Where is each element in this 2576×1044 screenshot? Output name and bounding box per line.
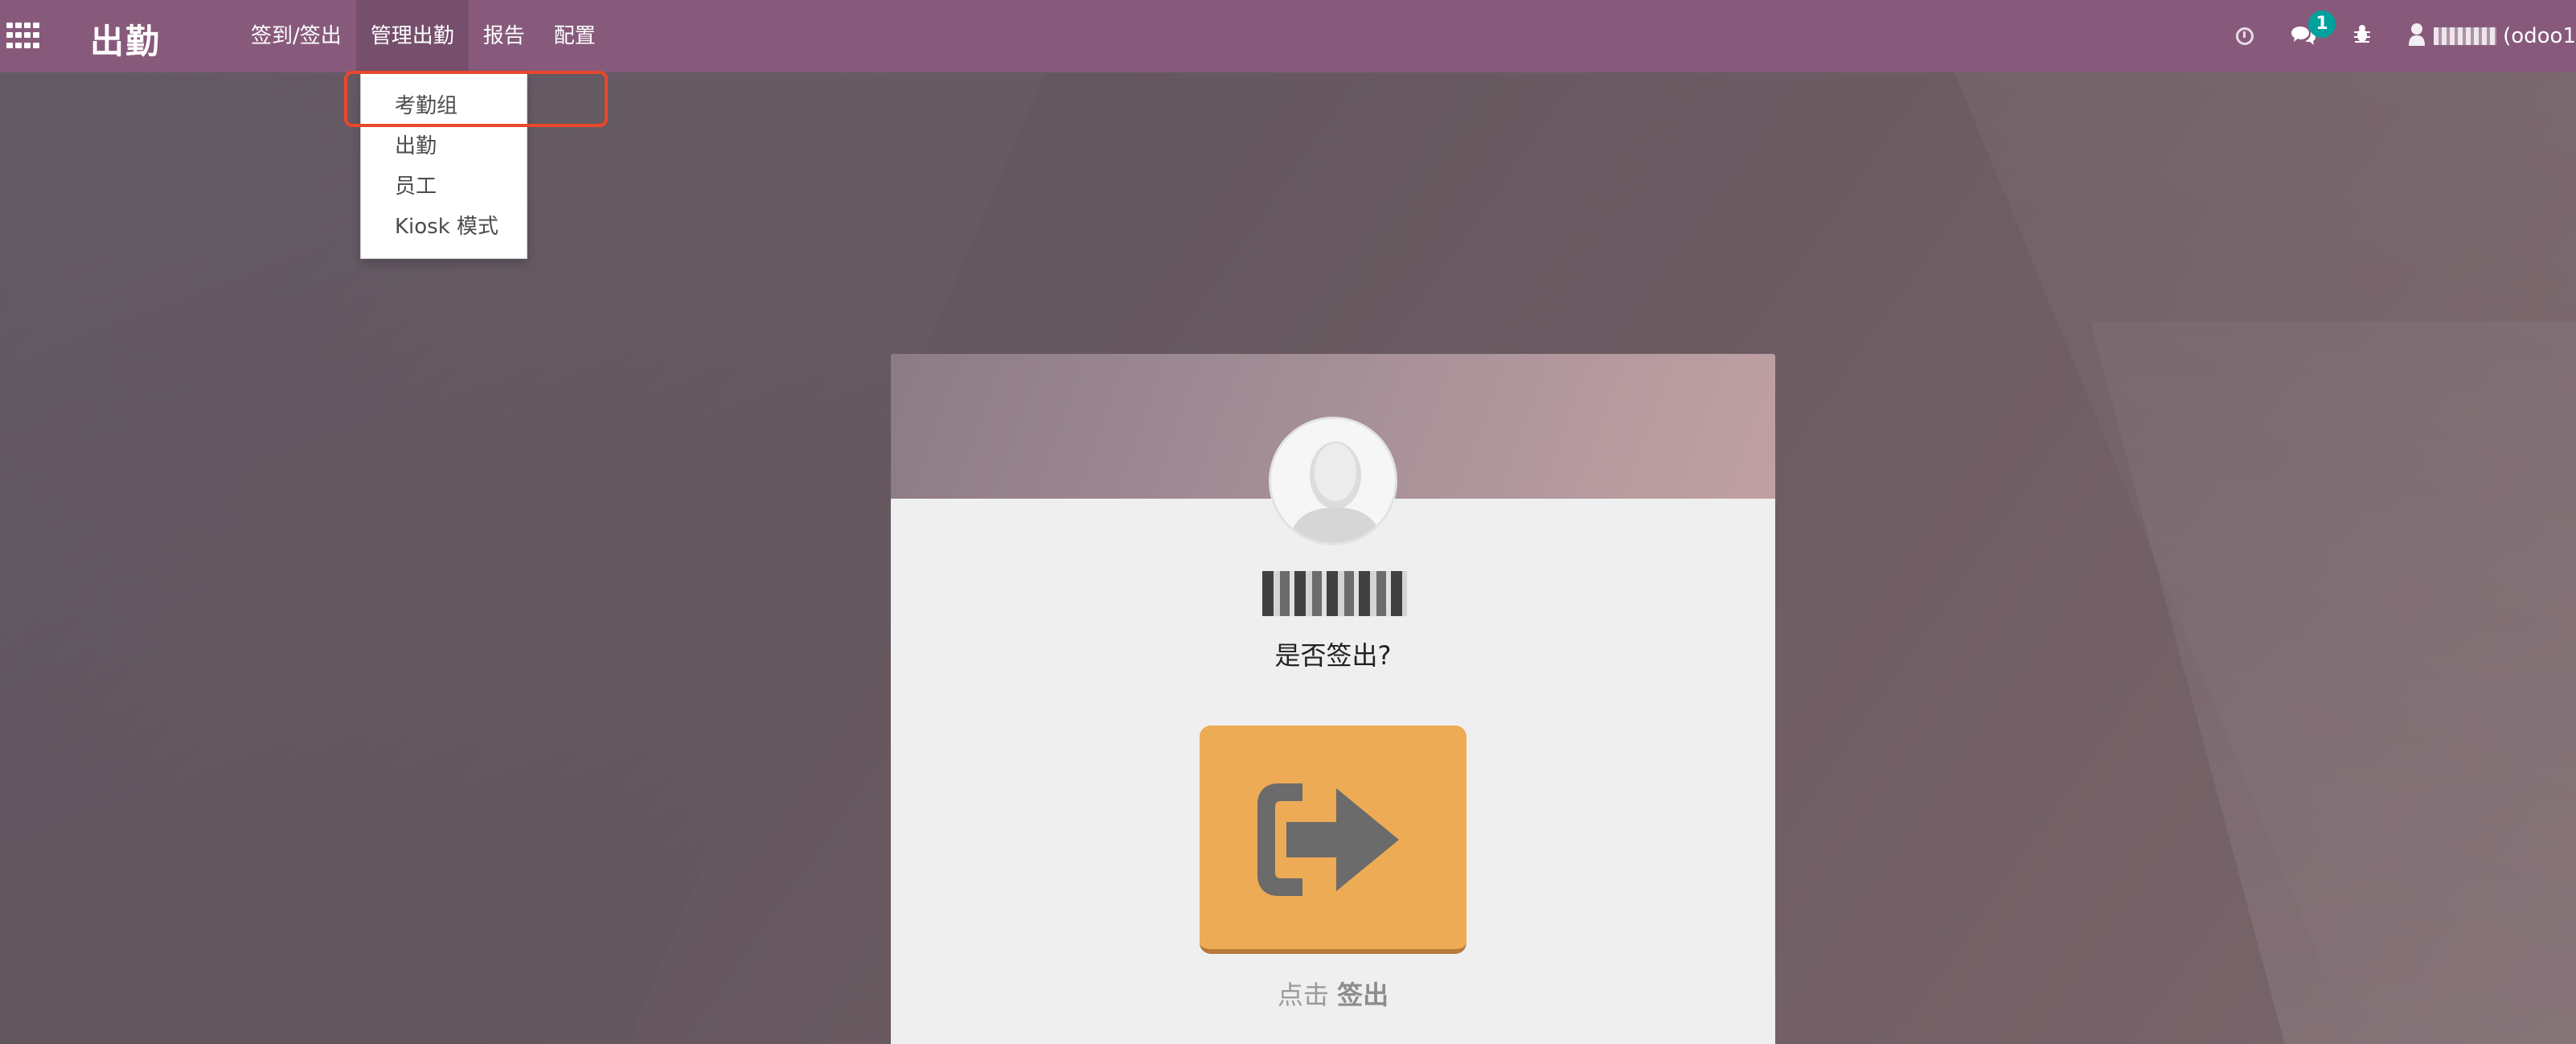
clock-icon — [2236, 27, 2254, 45]
menu-manage-attendance[interactable]: 管理出勤 — [355, 0, 469, 72]
manage-attendance-dropdown: 考勤组 出勤 员工 Kiosk 模式 — [360, 72, 527, 259]
user-name: (odoo1 — [2503, 24, 2576, 48]
navbar-systray: 1 (odoo1 — [2236, 0, 2576, 72]
dropdown-item-attendances[interactable]: 出勤 — [361, 126, 527, 166]
sign-out-hint: 点击 签出 — [891, 975, 1775, 1012]
app-title: 出勤 — [90, 22, 162, 61]
sign-out-button[interactable] — [1200, 725, 1466, 954]
dropdown-item-kiosk-mode[interactable]: Kiosk 模式 — [361, 207, 527, 247]
background-facet — [1955, 72, 2576, 1044]
main-menu: 签到/签出 管理出勤 报告 配置 — [236, 0, 610, 72]
top-navbar: 出勤 签到/签出 管理出勤 报告 配置 1 (odoo1 — [0, 0, 2576, 72]
hint-action: 签出 — [1337, 980, 1389, 1010]
apps-grid-icon[interactable] — [6, 23, 39, 50]
chat-icon[interactable]: 1 — [2291, 10, 2336, 47]
menu-configuration[interactable]: 配置 — [539, 0, 610, 72]
employee-name-blurred — [1262, 571, 1407, 616]
background-facet — [2090, 322, 2576, 1044]
hint-prefix: 点击 — [1277, 980, 1329, 1010]
menu-reports[interactable]: 报告 — [469, 0, 539, 72]
employee-avatar — [1269, 417, 1397, 545]
menu-check-in-out[interactable]: 签到/签出 — [236, 0, 356, 72]
activity-clock-icon[interactable] — [2236, 27, 2254, 45]
sign-out-icon — [1257, 783, 1399, 896]
sign-out-question: 是否签出? — [1274, 640, 1392, 671]
debug-bug-icon[interactable] — [2353, 23, 2371, 50]
kiosk-card: 是否签出? 点击 签出 — [891, 354, 1775, 1044]
dropdown-item-employees[interactable]: 员工 — [361, 166, 527, 207]
chat-badge: 1 — [2308, 10, 2336, 38]
user-avatar-blurred — [2434, 27, 2497, 45]
user-menu[interactable]: (odoo1 — [2408, 22, 2576, 51]
dropdown-item-attendance-groups[interactable]: 考勤组 — [361, 86, 527, 126]
user-icon — [2408, 22, 2426, 51]
